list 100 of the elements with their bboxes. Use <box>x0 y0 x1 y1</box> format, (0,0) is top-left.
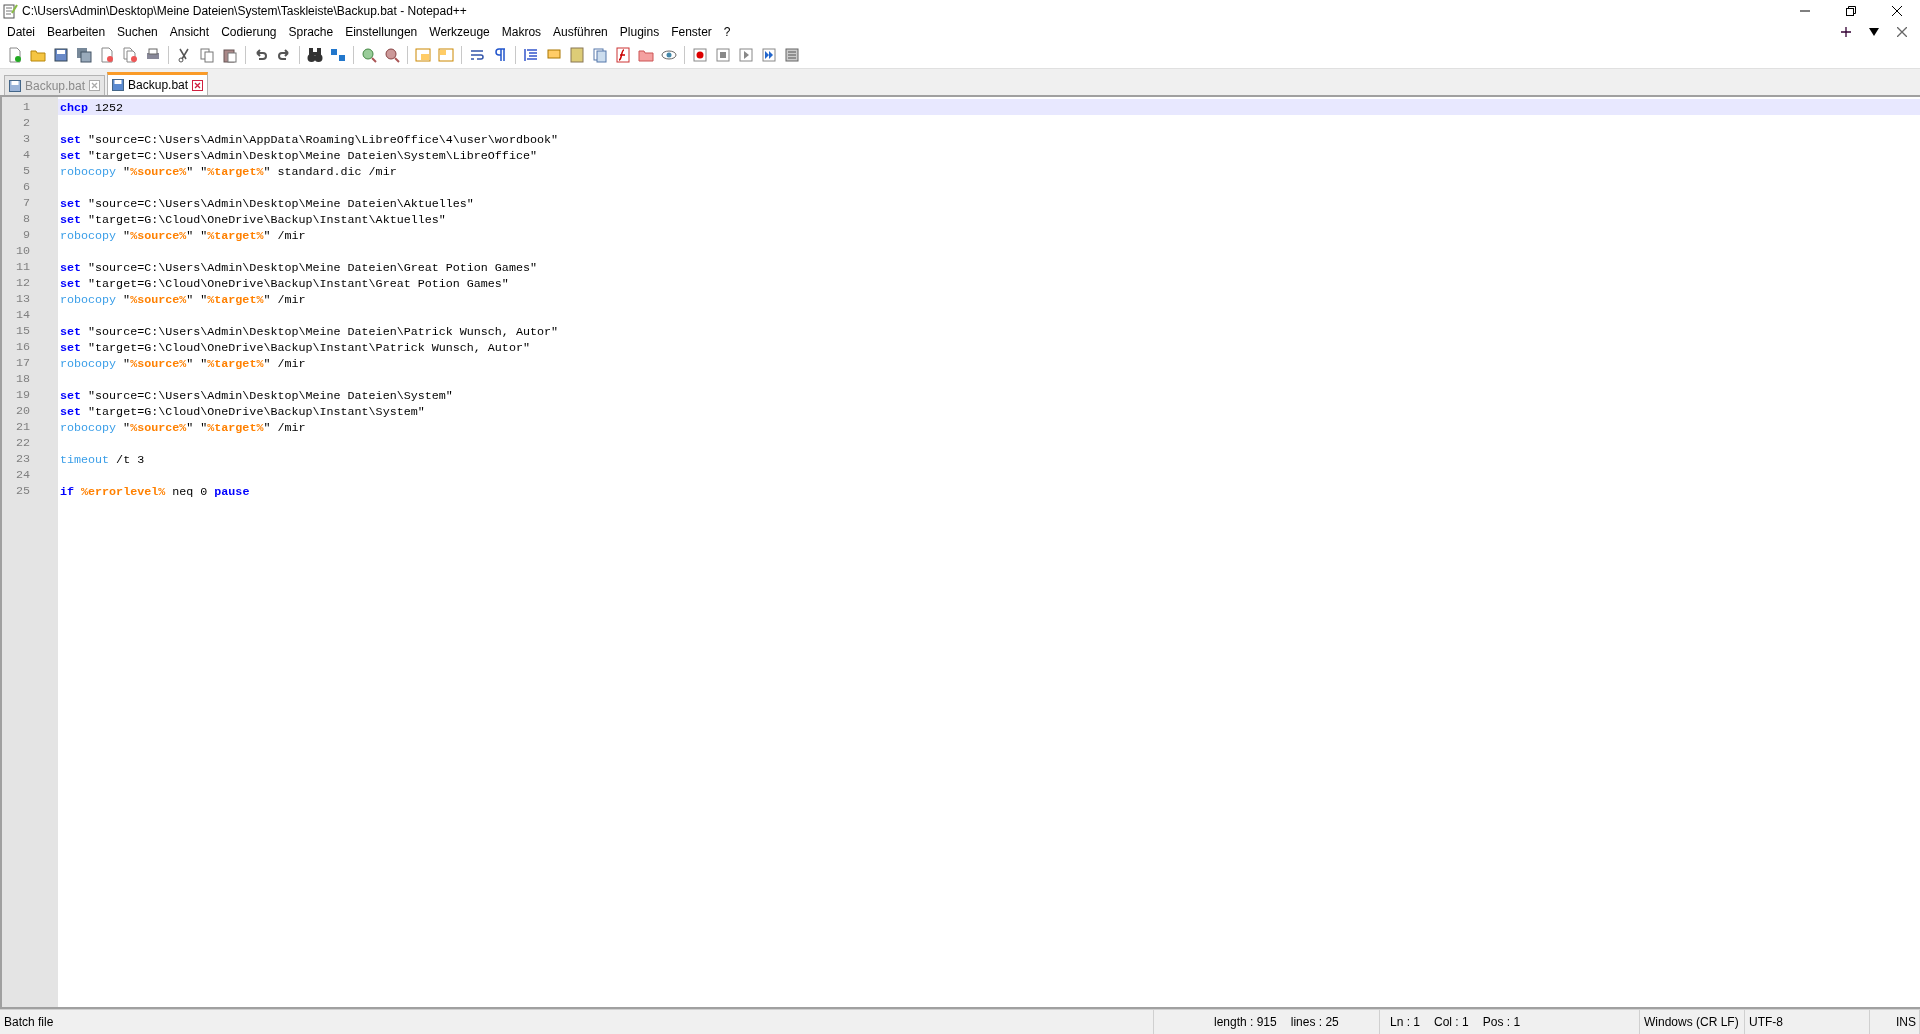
function-icon <box>615 47 631 63</box>
line-number: 7 <box>22 195 30 211</box>
line-number: 1 <box>22 99 30 115</box>
save-all-icon <box>76 47 92 63</box>
code-line: set "target=G:\Cloud\OneDrive\Backup\Instant\Aktuelles" <box>59 212 447 227</box>
insert-mode-label: INS <box>1896 1015 1916 1029</box>
menu-item[interactable]: Fenster <box>665 25 718 39</box>
line-number: 24 <box>14 467 30 483</box>
menu-item[interactable]: Ausführen <box>547 25 614 39</box>
line-number: 23 <box>14 451 30 467</box>
line-number: 2 <box>22 115 30 131</box>
code-line: robocopy "%source%" "%target%" /mir <box>59 356 307 371</box>
close-all-icon <box>122 47 138 63</box>
position-label: Pos : 1 <box>1482 1015 1521 1029</box>
line-number: 10 <box>14 243 30 259</box>
replace-icon <box>330 47 346 63</box>
new-file-icon <box>7 47 23 63</box>
close-file-icon <box>99 47 115 63</box>
line-number: 21 <box>14 419 30 435</box>
code-line: robocopy "%source%" "%target%" standard.dic /mir <box>59 164 398 179</box>
menu-item[interactable]: Makros <box>495 25 548 39</box>
menu-item[interactable]: Datei <box>1 25 41 39</box>
length-label: length : 915 <box>1214 1015 1277 1029</box>
fast-forward-icon <box>761 47 777 63</box>
line-number: 8 <box>22 211 30 227</box>
open-folder-icon <box>30 47 46 63</box>
window-icon <box>415 47 431 63</box>
scissors-icon <box>176 47 192 63</box>
line-number: 12 <box>14 275 30 291</box>
menu-item[interactable]: Bearbeiten <box>41 25 112 39</box>
line-number: 14 <box>14 307 30 323</box>
zoom-out-icon <box>384 47 400 63</box>
paste-icon <box>222 47 238 63</box>
code-line: robocopy "%source%" "%target%" /mir <box>59 228 307 243</box>
pilcrow-icon <box>492 47 508 63</box>
restore-icon <box>1846 6 1856 16</box>
close-icon <box>1897 27 1907 37</box>
line-number: 15 <box>14 323 30 339</box>
line-number: 3 <box>22 131 30 147</box>
lines-label: lines : 25 <box>1290 1015 1339 1029</box>
line-ending-label: Windows (CR LF) <box>1644 1015 1739 1029</box>
stop-icon <box>715 47 731 63</box>
column-label: Col : 1 <box>1434 1015 1469 1029</box>
menu-item[interactable]: Sprache <box>282 25 340 39</box>
code-line: set "source=C:\Users\Admin\Desktop\Meine Dateien\Patrick Wunsch, Autor" <box>59 324 559 339</box>
menu-item[interactable]: Suchen <box>111 25 164 39</box>
code-line: set "target=C:\Users\Admin\Desktop\Meine Dateien\System\LibreOffice" <box>59 148 538 163</box>
encoding-label: UTF-8 <box>1749 1015 1783 1029</box>
triangle-down-icon <box>1869 28 1879 36</box>
play-icon <box>738 47 754 63</box>
language-label: Batch file <box>4 1015 54 1029</box>
code-line: timeout /t 3 <box>59 452 146 467</box>
code-line: set "source=C:\Users\Admin\Desktop\Meine Dateien\Great Potion Games" <box>59 260 538 275</box>
line-number: 4 <box>22 147 30 163</box>
code-line: robocopy "%source%" "%target%" /mir <box>59 292 307 307</box>
wrap-icon <box>469 47 485 63</box>
save-icon <box>112 79 125 91</box>
indent-guide-icon <box>523 47 539 63</box>
code-line: set "target=G:\Cloud\OneDrive\Backup\Instant\System" <box>59 404 426 419</box>
redo-icon <box>276 47 292 63</box>
folder-icon <box>638 47 654 63</box>
save-icon <box>53 47 69 63</box>
menu-item[interactable]: ? <box>717 25 737 39</box>
copy-icon <box>199 47 215 63</box>
code-line: robocopy "%source%" "%target%" /mir <box>59 420 307 435</box>
line-number: 18 <box>14 371 30 387</box>
code-line: if %errorlevel% neq 0 pause <box>59 484 251 499</box>
code-line: set "target=G:\Cloud\OneDrive\Backup\Instant\Patrick Wunsch, Autor" <box>59 340 531 355</box>
window-title: C:\Users\Admin\Desktop\Meine Dateien\System\Taskleiste\Backup.bat - Notepad++ <box>22 4 468 18</box>
line-number: 13 <box>14 291 30 307</box>
binoculars-icon <box>307 47 323 63</box>
line-number: 25 <box>14 483 30 499</box>
menu-item[interactable]: Werkzeuge <box>423 25 496 39</box>
line-number: 19 <box>14 387 30 403</box>
line-number: 16 <box>14 339 30 355</box>
line-label: Ln : 1 <box>1390 1015 1421 1029</box>
zoom-in-icon <box>361 47 377 63</box>
close-icon[interactable] <box>89 80 101 91</box>
menu-item[interactable]: Plugins <box>613 25 666 39</box>
line-number: 5 <box>22 163 30 179</box>
line-number: 11 <box>14 259 30 275</box>
line-number: 9 <box>22 227 30 243</box>
code-line: set "source=C:\Users\Admin\AppData\Roaming\LibreOffice\4\user\wordbook" <box>59 132 559 147</box>
line-number: 6 <box>22 179 30 195</box>
menu-item[interactable]: Einstellungen <box>339 25 424 39</box>
undo-icon <box>253 47 269 63</box>
plus-icon <box>1841 27 1851 37</box>
code-line: set "source=C:\Users\Admin\Desktop\Meine Dateien\System" <box>59 388 454 403</box>
file-tab[interactable]: Backup.bat <box>107 72 209 95</box>
code-line: set "source=C:\Users\Admin\Desktop\Meine Dateien\Aktuelles" <box>59 196 475 211</box>
menu-item[interactable]: Ansicht <box>163 25 216 39</box>
save-icon <box>9 79 21 92</box>
line-number: 22 <box>14 435 30 451</box>
window-icon <box>438 47 454 63</box>
code-line: set "target=G:\Cloud\OneDrive\Backup\Instant\Great Potion Games" <box>59 276 510 291</box>
menu-item[interactable]: Codierung <box>215 25 283 39</box>
close-icon[interactable] <box>192 79 204 91</box>
line-number: 20 <box>14 403 30 419</box>
record-icon <box>692 47 708 63</box>
close-icon <box>1892 6 1902 16</box>
